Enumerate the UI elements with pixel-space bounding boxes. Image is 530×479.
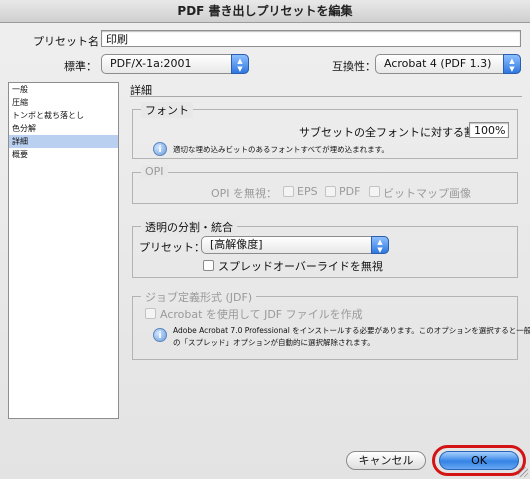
- popup-arrows-icon: ▲ ▼: [371, 236, 389, 254]
- font-embed-note: 適切な埋め込みビットのあるフォントすべてが埋め込まれます。: [173, 145, 389, 154]
- jdf-note-line1: Adobe Acrobat 7.0 Professional をインストールする…: [173, 326, 530, 335]
- preset-name-label: プリセット名：: [33, 35, 110, 48]
- opi-omit-label: OPI を無視：: [211, 187, 278, 200]
- popup-arrows-icon: ▲ ▼: [503, 54, 521, 74]
- divider: [130, 96, 522, 97]
- sidebar-item-marks-bleeds[interactable]: トンボと裁ち落とし: [9, 109, 118, 122]
- sidebar-item-general[interactable]: 一般: [9, 83, 118, 96]
- opi-bitmap-checkbox[interactable]: [369, 186, 380, 197]
- jdf-note-line2: の「スプレッド」オプションが自動的に選択解除されます。: [173, 338, 375, 347]
- transparency-flattener-group: 透明の分割・統合 プリセット： [高解像度] ▲ ▼ スプレッドオーバーライドを無…: [132, 219, 518, 278]
- opi-eps-checkbox[interactable]: [283, 186, 294, 197]
- flattener-preset-label: プリセット：: [139, 241, 205, 254]
- resize-grip-icon[interactable]: [518, 467, 528, 477]
- popup-arrows-icon: ▲ ▼: [231, 54, 249, 74]
- window-title: PDF 書き出しプリセットを編集: [0, 0, 530, 23]
- opi-eps-label: EPS: [297, 185, 318, 198]
- compatibility-select[interactable]: Acrobat 4 (PDF 1.3) ▲ ▼: [375, 54, 521, 74]
- opi-pdf-checkbox[interactable]: [325, 186, 336, 197]
- fonts-legend: フォント: [141, 102, 193, 118]
- info-icon: i: [153, 328, 167, 342]
- jdf-group: ジョブ定義形式 (JDF) Acrobat を使用して JDF ファイルを作成 …: [132, 289, 530, 360]
- sidebar-item-output[interactable]: 色分解: [9, 122, 118, 135]
- standard-value: PDF/X-1a:2001: [110, 57, 192, 70]
- advanced-panel: 詳細 フォント サブセットの全フォントに対する割合： 100% i 適切な埋め込…: [130, 82, 530, 419]
- subset-threshold-field[interactable]: 100%: [469, 122, 509, 138]
- opi-legend: OPI: [141, 165, 168, 178]
- fonts-group: フォント サブセットの全フォントに対する割合： 100% i 適切な埋め込みビッ…: [132, 102, 518, 159]
- compatibility-label: 互換性：: [332, 60, 376, 73]
- ok-button[interactable]: OK: [439, 451, 519, 470]
- jdf-legend: ジョブ定義形式 (JDF): [141, 289, 257, 305]
- sidebar-item-advanced[interactable]: 詳細: [9, 135, 118, 148]
- opi-group: OPI OPI を無視： EPS PDF ビットマップ画像: [132, 165, 518, 204]
- opi-bitmap-label: ビットマップ画像: [383, 187, 471, 200]
- sidebar-item-summary[interactable]: 概要: [9, 148, 118, 161]
- preset-name-field[interactable]: 印刷: [101, 30, 521, 47]
- ignore-spread-overrides-checkbox[interactable]: [203, 260, 214, 271]
- flattener-legend: 透明の分割・統合: [141, 219, 237, 235]
- compatibility-value: Acrobat 4 (PDF 1.3): [384, 57, 492, 70]
- opi-pdf-label: PDF: [339, 185, 361, 198]
- standard-label: 標準：: [64, 60, 97, 73]
- ignore-spread-overrides-label: スプレッドオーバーライドを無視: [218, 260, 383, 273]
- category-list: 一般 圧縮 トンボと裁ち落とし 色分解 詳細 概要: [8, 82, 119, 419]
- flattener-preset-select[interactable]: [高解像度] ▲ ▼: [201, 236, 389, 254]
- create-jdf-checkbox[interactable]: [145, 308, 156, 319]
- pdf-export-preset-dialog: PDF 書き出しプリセットを編集 プリセット名： 印刷 標準： PDF/X-1a…: [0, 0, 530, 479]
- flattener-preset-value: [高解像度]: [210, 238, 263, 251]
- cancel-button[interactable]: キャンセル: [346, 451, 426, 470]
- info-icon: i: [153, 142, 167, 156]
- sidebar-item-compression[interactable]: 圧縮: [9, 96, 118, 109]
- standard-select[interactable]: PDF/X-1a:2001 ▲ ▼: [101, 54, 249, 74]
- subset-threshold-label: サブセットの全フォントに対する割合：: [299, 126, 497, 139]
- create-jdf-label: Acrobat を使用して JDF ファイルを作成: [160, 308, 363, 321]
